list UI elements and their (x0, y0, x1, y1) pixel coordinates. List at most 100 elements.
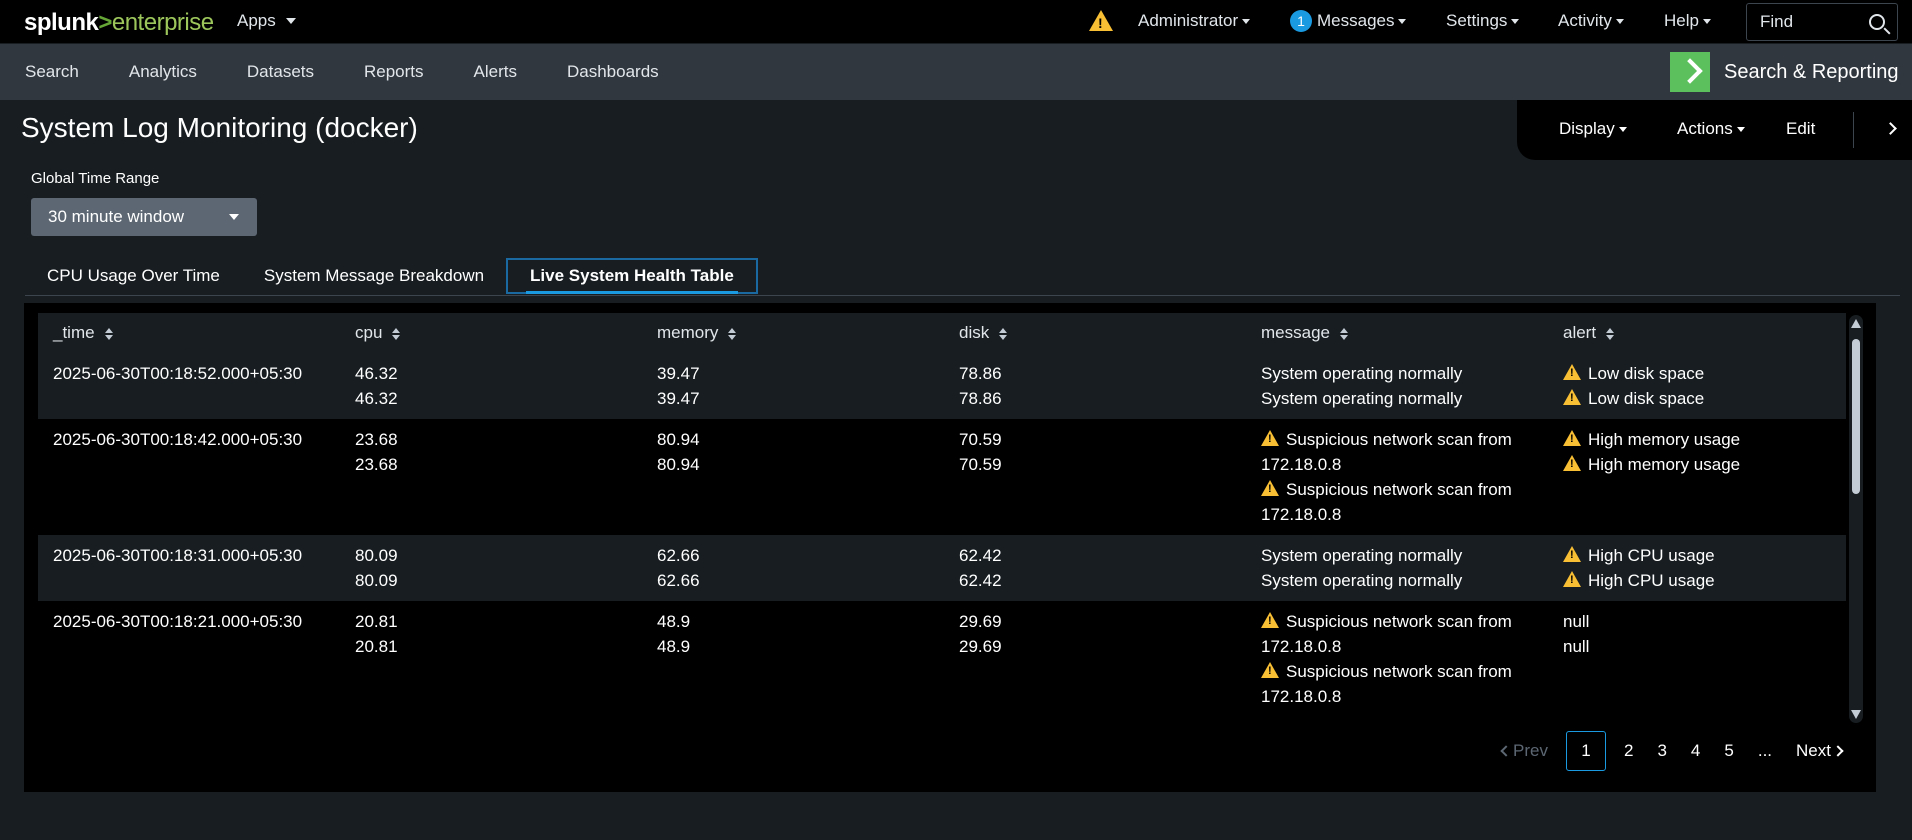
nav-datasets[interactable]: Datasets (222, 62, 339, 82)
nav-analytics[interactable]: Analytics (104, 62, 222, 82)
cell-message[interactable]: System operating normally System operatin… (1246, 353, 1548, 419)
nav-reports[interactable]: Reports (339, 62, 449, 82)
cell-cpu[interactable]: 20.81 20.81 (340, 601, 642, 717)
page-1-button[interactable]: 1 (1565, 731, 1606, 771)
help-label: Help (1664, 11, 1699, 30)
panel-tabs: CPU Usage Over Time System Message Break… (25, 258, 758, 296)
prev-page-button[interactable]: Prev (1490, 731, 1560, 771)
warning-icon (1261, 662, 1279, 678)
chevron-right-icon (1832, 745, 1844, 757)
tab-live-system-health-table[interactable]: Live System Health Table (506, 258, 758, 294)
search-icon[interactable] (1869, 14, 1885, 30)
next-page-button[interactable]: Next (1784, 731, 1854, 771)
cell-alert[interactable]: null null (1548, 601, 1846, 717)
cell-cpu[interactable]: 23.68 23.68 (340, 419, 642, 535)
column-header-memory[interactable]: memory (642, 313, 944, 353)
cell-alert[interactable]: Low disk space Low disk space (1548, 353, 1846, 419)
cell-disk[interactable]: 70.59 70.59 (944, 419, 1246, 535)
cell-message[interactable]: Suspicious network scan from 172.18.0.8 … (1246, 601, 1548, 717)
cell-time[interactable]: 2025-06-30T00:18:31.000+05:30 (38, 535, 340, 601)
app-title-label: Search & Reporting (1724, 60, 1899, 83)
cell-disk[interactable]: 62.42 62.42 (944, 535, 1246, 601)
cell-disk[interactable]: 29.69 29.69 (944, 601, 1246, 717)
table-row[interactable]: 2025-06-30T00:18:42.000+05:30 23.68 23.68… (38, 419, 1846, 535)
chevron-down-icon (1736, 126, 1745, 132)
cell-message[interactable]: Suspicious network scan from 172.18.0.8 … (1246, 419, 1548, 535)
column-header-cpu[interactable]: cpu (340, 313, 642, 353)
nav-dashboards[interactable]: Dashboards (542, 62, 684, 82)
cell-time[interactable]: 2025-06-30T00:18:42.000+05:30 (38, 419, 340, 535)
actions-label: Actions (1677, 119, 1733, 138)
sort-icon (1339, 327, 1348, 340)
results-table-container: _time cpu memory disk message alert 2025… (38, 313, 1848, 723)
warning-icon (1563, 546, 1581, 562)
column-header-alert[interactable]: alert (1548, 313, 1846, 353)
find-input[interactable] (1760, 12, 1860, 32)
chevron-down-icon (1242, 18, 1251, 24)
tab-cpu-usage-over-time[interactable]: CPU Usage Over Time (25, 258, 242, 294)
nav-search[interactable]: Search (0, 62, 104, 82)
scroll-down-icon[interactable] (1851, 710, 1861, 719)
table-header-row: _time cpu memory disk message alert (38, 313, 1846, 353)
actions-button[interactable]: Actions (1677, 119, 1745, 139)
page-3-button[interactable]: 3 (1645, 731, 1678, 771)
column-header-message[interactable]: message (1246, 313, 1548, 353)
chevron-left-icon (1500, 745, 1512, 757)
scroll-up-icon[interactable] (1851, 319, 1861, 328)
tabs-divider (25, 295, 1900, 296)
cell-disk[interactable]: 78.86 78.86 (944, 353, 1246, 419)
app-bar: Search Analytics Datasets Reports Alerts… (0, 44, 1912, 100)
time-range-picker[interactable]: 30 minute window (31, 198, 257, 236)
app-title[interactable]: Search & Reporting (1670, 52, 1899, 92)
page-4-button[interactable]: 4 (1679, 731, 1712, 771)
app-logo-icon (1670, 52, 1710, 92)
cell-alert[interactable]: High CPU usage High CPU usage (1548, 535, 1846, 601)
tab-system-message-breakdown[interactable]: System Message Breakdown (242, 258, 506, 294)
cell-alert[interactable]: High memory usage High memory usage (1548, 419, 1846, 535)
cell-time[interactable]: 2025-06-30T00:18:21.000+05:30 (38, 601, 340, 717)
table-row[interactable]: 2025-06-30T00:18:21.000+05:30 20.81 20.81… (38, 601, 1846, 717)
cell-time[interactable]: 2025-06-30T00:18:52.000+05:30 (38, 353, 340, 419)
splunk-logo[interactable]: splunk>enterprise (24, 9, 214, 37)
chevron-right-icon[interactable] (1884, 122, 1897, 135)
page-5-button[interactable]: 5 (1712, 731, 1745, 771)
cell-memory[interactable]: 39.47 39.47 (642, 353, 944, 419)
table-row[interactable]: 2025-06-30T00:18:52.000+05:30 46.32 46.32… (38, 353, 1846, 419)
settings-menu[interactable]: Settings (1446, 11, 1520, 31)
edit-button[interactable]: Edit (1786, 119, 1815, 139)
cell-memory[interactable]: 62.66 62.66 (642, 535, 944, 601)
warning-icon (1261, 612, 1279, 628)
column-header-disk[interactable]: disk (944, 313, 1246, 353)
results-panel: _time cpu memory disk message alert 2025… (24, 303, 1876, 792)
scroll-thumb[interactable] (1852, 339, 1860, 494)
cell-memory[interactable]: 48.9 48.9 (642, 601, 944, 717)
warning-icon (1563, 455, 1581, 471)
warning-icon (1563, 430, 1581, 446)
nav-alerts[interactable]: Alerts (449, 62, 542, 82)
warning-icon (1261, 430, 1279, 446)
pagination-ellipsis: ... (1757, 741, 1773, 760)
page-2-button[interactable]: 2 (1612, 731, 1645, 771)
results-table: _time cpu memory disk message alert 2025… (38, 313, 1846, 717)
column-header-time[interactable]: _time (38, 313, 340, 353)
cell-message[interactable]: System operating normally System operatin… (1246, 535, 1548, 601)
sort-icon (392, 327, 401, 340)
cell-memory[interactable]: 80.94 80.94 (642, 419, 944, 535)
table-scrollbar[interactable] (1849, 315, 1863, 723)
help-menu[interactable]: Help (1664, 11, 1711, 31)
table-row[interactable]: 2025-06-30T00:18:31.000+05:30 80.09 80.09… (38, 535, 1846, 601)
settings-label: Settings (1446, 11, 1508, 30)
chevron-down-icon (229, 214, 239, 220)
apps-menu[interactable]: Apps (237, 11, 296, 31)
messages-menu[interactable]: 1 Messages (1290, 10, 1407, 32)
cell-cpu[interactable]: 46.32 46.32 (340, 353, 642, 419)
messages-count-badge: 1 (1290, 10, 1312, 32)
administrator-menu[interactable]: Administrator (1138, 11, 1251, 31)
system-warning[interactable] (1089, 10, 1113, 31)
administrator-label: Administrator (1138, 11, 1239, 30)
sort-icon (999, 327, 1008, 340)
activity-menu[interactable]: Activity (1558, 11, 1624, 31)
chevron-down-icon (1702, 18, 1711, 24)
display-button[interactable]: Display (1559, 119, 1627, 139)
cell-cpu[interactable]: 80.09 80.09 (340, 535, 642, 601)
